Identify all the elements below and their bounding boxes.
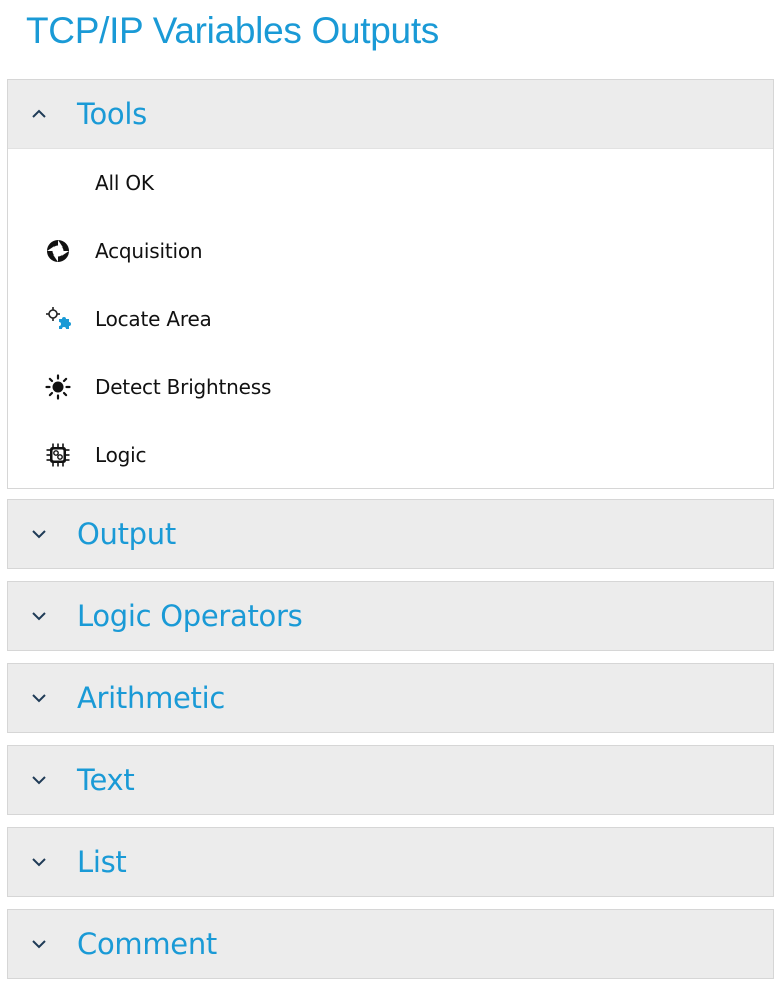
crosshair-puzzle-icon [45, 306, 71, 332]
tool-item-detect-brightness[interactable]: Detect Brightness [8, 353, 773, 421]
section-header-comment[interactable]: Comment [8, 910, 773, 978]
variables-accordion: Tools All OK Acquisition Locate Area Det… [7, 79, 774, 991]
sun-icon [45, 374, 71, 400]
tool-item-locate-area[interactable]: Locate Area [8, 285, 773, 353]
section-label-list: List [77, 845, 127, 879]
section-body-tools: All OK Acquisition Locate Area Detect Br… [8, 148, 773, 488]
aperture-icon [45, 238, 71, 264]
section-label-logic-operators: Logic Operators [77, 599, 303, 633]
chevron-up-icon [28, 103, 50, 125]
section-arithmetic: Arithmetic [7, 663, 774, 733]
chevron-down-icon [28, 687, 50, 709]
section-comment: Comment [7, 909, 774, 979]
chevron-down-icon [28, 605, 50, 627]
section-header-arithmetic[interactable]: Arithmetic [8, 664, 773, 732]
tool-label: Logic [95, 443, 147, 467]
tool-item-acquisition[interactable]: Acquisition [8, 217, 773, 285]
section-label-arithmetic: Arithmetic [77, 681, 226, 715]
section-label-text: Text [77, 763, 135, 797]
chevron-down-icon [28, 851, 50, 873]
page-title: TCP/IP Variables Outputs [26, 10, 440, 51]
section-output: Output [7, 499, 774, 569]
section-tools: Tools All OK Acquisition Locate Area Det… [7, 79, 774, 489]
tool-item-all-ok[interactable]: All OK [8, 149, 773, 217]
section-header-tools[interactable]: Tools [8, 80, 773, 148]
chevron-down-icon [28, 933, 50, 955]
section-text: Text [7, 745, 774, 815]
chevron-down-icon [28, 523, 50, 545]
tool-label: Detect Brightness [95, 375, 272, 399]
section-logic-operators: Logic Operators [7, 581, 774, 651]
section-header-logic-operators[interactable]: Logic Operators [8, 582, 773, 650]
chip-icon [45, 442, 71, 468]
section-header-text[interactable]: Text [8, 746, 773, 814]
tool-item-logic[interactable]: Logic [8, 421, 773, 489]
tool-label: Acquisition [95, 239, 203, 263]
section-list: List [7, 827, 774, 897]
section-header-output[interactable]: Output [8, 500, 773, 568]
section-label-tools: Tools [77, 97, 147, 131]
tool-label: Locate Area [95, 307, 212, 331]
tool-label: All OK [95, 171, 154, 195]
section-label-comment: Comment [77, 927, 217, 961]
section-label-output: Output [77, 517, 176, 551]
section-header-list[interactable]: List [8, 828, 773, 896]
chevron-down-icon [28, 769, 50, 791]
